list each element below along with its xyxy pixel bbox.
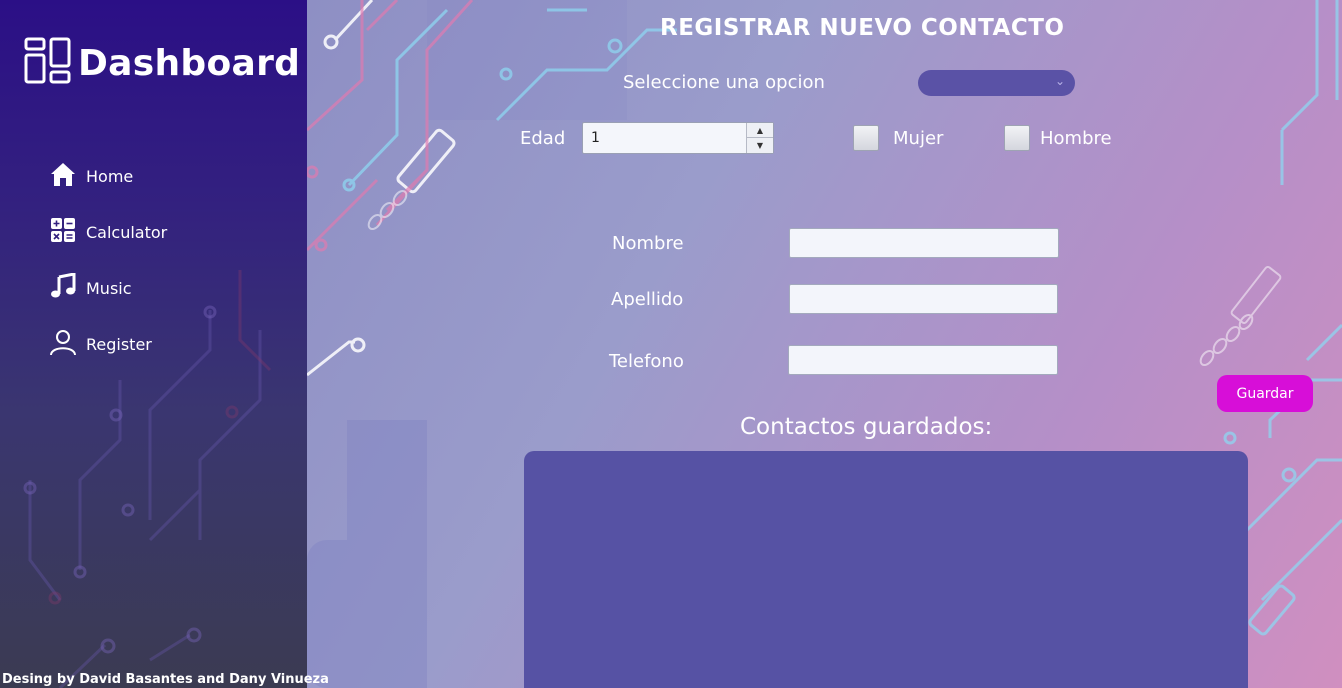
brand-title: Dashboard bbox=[78, 42, 301, 84]
dashboard-icon bbox=[24, 37, 72, 89]
phone-field[interactable] bbox=[788, 345, 1058, 375]
option-select[interactable]: ⌄ bbox=[918, 70, 1075, 96]
spinner-buttons: ▲ ▼ bbox=[746, 123, 773, 153]
sidebar-item-music[interactable]: Music bbox=[50, 272, 132, 303]
music-icon bbox=[50, 272, 76, 303]
surname-label: Apellido bbox=[611, 289, 684, 310]
saved-contacts-title: Contactos guardados: bbox=[740, 414, 993, 440]
home-icon bbox=[50, 161, 76, 191]
credit-text: Desing by David Basantes and Dany Vinuez… bbox=[2, 672, 329, 687]
female-label: Mujer bbox=[893, 128, 944, 149]
name-label: Nombre bbox=[612, 233, 684, 254]
name-field[interactable] bbox=[789, 228, 1059, 258]
female-checkbox[interactable] bbox=[853, 125, 879, 151]
page-title: REGISTRAR NUEVO CONTACTO bbox=[660, 15, 1065, 41]
user-icon bbox=[50, 329, 76, 359]
save-button[interactable]: Guardar bbox=[1217, 375, 1313, 412]
sidebar-item-calculator[interactable]: Calculator bbox=[50, 217, 167, 247]
phone-label: Telefono bbox=[609, 351, 684, 372]
circuit-decoration bbox=[23, 270, 272, 688]
sidebar: Dashboard Home Calculator Music Register bbox=[0, 0, 307, 688]
sidebar-item-label: Music bbox=[86, 278, 132, 298]
main-panel: REGISTRAR NUEVO CONTACTO Seleccione una … bbox=[307, 0, 1342, 688]
male-checkbox[interactable] bbox=[1004, 125, 1030, 151]
sidebar-item-home[interactable]: Home bbox=[50, 161, 133, 191]
surname-field[interactable] bbox=[789, 284, 1058, 314]
chevron-down-icon: ⌄ bbox=[1054, 74, 1065, 88]
saved-contacts-list[interactable] bbox=[524, 451, 1248, 688]
age-value[interactable]: 1 bbox=[591, 130, 600, 146]
sidebar-item-label: Register bbox=[86, 334, 152, 354]
age-label: Edad bbox=[520, 128, 566, 149]
sidebar-item-register[interactable]: Register bbox=[50, 329, 152, 359]
select-label: Seleccione una opcion bbox=[623, 72, 825, 93]
brand: Dashboard bbox=[24, 37, 301, 89]
spinner-up-icon[interactable]: ▲ bbox=[747, 123, 773, 138]
age-spinner[interactable]: 1 ▲ ▼ bbox=[582, 122, 774, 154]
sidebar-item-label: Home bbox=[86, 166, 134, 186]
calculator-icon bbox=[50, 217, 76, 247]
spinner-down-icon[interactable]: ▼ bbox=[747, 138, 773, 153]
sidebar-item-label: Calculator bbox=[86, 222, 168, 242]
male-label: Hombre bbox=[1040, 128, 1112, 149]
